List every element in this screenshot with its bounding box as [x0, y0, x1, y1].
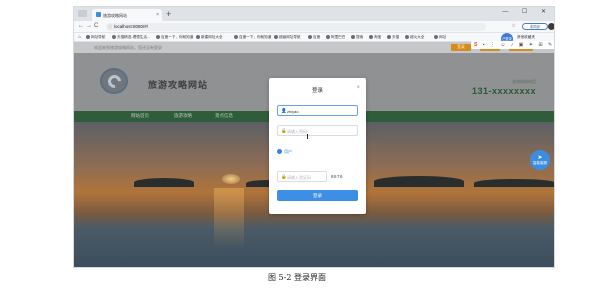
window-controls[interactable]: — ☐ ✕: [502, 8, 552, 15]
back-icon[interactable]: ←: [78, 23, 84, 29]
bookmark-item[interactable]: 阿里巴巴: [326, 35, 345, 40]
close-icon[interactable]: ×: [356, 85, 360, 91]
reload-icon[interactable]: C: [94, 23, 98, 29]
nav-home[interactable]: 网站首页: [131, 113, 149, 119]
tab-bar: 旅游攻略网站 × + — ☐ ✕: [74, 7, 554, 21]
bookmark-item[interactable]: 网址: [434, 35, 446, 40]
site-logo: [100, 68, 128, 94]
bookmark-item[interactable]: 网址导航: [86, 35, 105, 40]
login-button[interactable]: 登录: [277, 190, 358, 201]
bookmark-item[interactable]: 百度一下，你就知道: [234, 35, 271, 40]
bookmark-item[interactable]: 百度: [308, 35, 320, 40]
radio-icon: [277, 149, 282, 154]
window-menu-icon[interactable]: [78, 10, 87, 17]
sogou-icon: S: [474, 42, 480, 48]
forward-icon[interactable]: →: [86, 23, 92, 29]
login-modal: 登录 × 👤 zhiyao 🔒 请输入密码 用户 🔒 请输入验证码 8676 登…: [269, 78, 366, 214]
island: [374, 176, 464, 187]
bookmark-item[interactable]: 天猫精选-理想生活...: [112, 35, 150, 40]
tab-title: 旅游攻略网站: [103, 13, 127, 18]
modal-title: 登录: [311, 88, 323, 94]
username-value: zhiyao: [287, 109, 299, 114]
tab-close-icon[interactable]: ×: [156, 12, 159, 18]
login-top-button[interactable]: 登录: [451, 44, 471, 51]
figure-caption: 图 5-2 登录界面: [268, 273, 326, 282]
hotline-number: 131-xxxxxxxx: [471, 86, 536, 96]
sync-button[interactable]: 未同步: [522, 23, 548, 30]
password-input[interactable]: 🔒 请输入密码: [277, 125, 358, 136]
profile-icon[interactable]: [548, 23, 554, 30]
captcha-code[interactable]: 8676: [331, 174, 343, 179]
hotline-label: 咨询热线电话: [512, 79, 536, 84]
captcha-placeholder: 请输入验证码: [287, 175, 311, 180]
username-input[interactable]: 👤 zhiyao: [277, 105, 358, 116]
favicon-icon: [96, 12, 101, 17]
user-icon: 👤: [281, 108, 287, 113]
sun-reflection: [214, 188, 244, 248]
sun: [222, 174, 240, 184]
lock-icon: 🔒: [281, 174, 287, 179]
carousel-pager[interactable]: [297, 263, 327, 267]
browser-window: 旅游攻略网站 × + — ☐ ✕ ← → C ⓘ localhost:8080/…: [73, 6, 555, 268]
password-placeholder: 请输入密码: [287, 129, 307, 134]
bookmark-item[interactable]: 新建网址大全: [196, 35, 223, 40]
tab-site[interactable]: 旅游攻略网站 ×: [92, 9, 162, 21]
welcome-text: 欢迎来到旅游攻略网站，您还没有登录: [94, 45, 162, 50]
new-tab-button[interactable]: +: [166, 9, 171, 19]
bookmark-item[interactable]: 淘宝: [369, 35, 381, 40]
bookmark-item[interactable]: 超火大全: [405, 35, 424, 40]
nav-guides[interactable]: 旅游攻略: [174, 113, 192, 119]
role-label: 用户: [284, 149, 292, 154]
bookmark-folder[interactable]: 其他收藏夹: [517, 35, 535, 40]
bookmark-item[interactable]: 百度一下，你就知道: [156, 35, 193, 40]
site-title: 旅游攻略网站: [148, 80, 209, 90]
island: [474, 179, 554, 187]
lock-icon: 🔒: [281, 128, 287, 133]
url-input[interactable]: ⓘ localhost:8080/#/: [106, 23, 486, 31]
bookmark-item[interactable]: 天猫: [387, 35, 399, 40]
home-icon[interactable]: ⌂: [78, 34, 81, 40]
chat-support-label: 智能客服: [533, 161, 547, 165]
bookmark-item[interactable]: 搜索: [351, 35, 363, 40]
role-radio-user[interactable]: 用户: [277, 149, 292, 155]
info-icon: ⓘ: [108, 24, 112, 29]
chat-support-button[interactable]: ➤ 智能客服: [530, 150, 550, 170]
nav-attractions[interactable]: 景点信息: [215, 113, 233, 119]
address-bar: ← → C ⓘ localhost:8080/#/ ☆ ⊙ ✩ 未同步: [74, 21, 554, 33]
island: [134, 178, 194, 187]
floating-toolbar[interactable]: S ▪ ⋮ ☺ ♪ ▣ ✦ ⊞ ✎: [471, 41, 554, 49]
url-text: localhost:8080/#/: [114, 24, 149, 29]
captcha-input[interactable]: 🔒 请输入验证码: [277, 171, 327, 182]
bookmark-item[interactable]: 超级网址导航: [274, 35, 301, 40]
text-cursor: [307, 134, 308, 139]
